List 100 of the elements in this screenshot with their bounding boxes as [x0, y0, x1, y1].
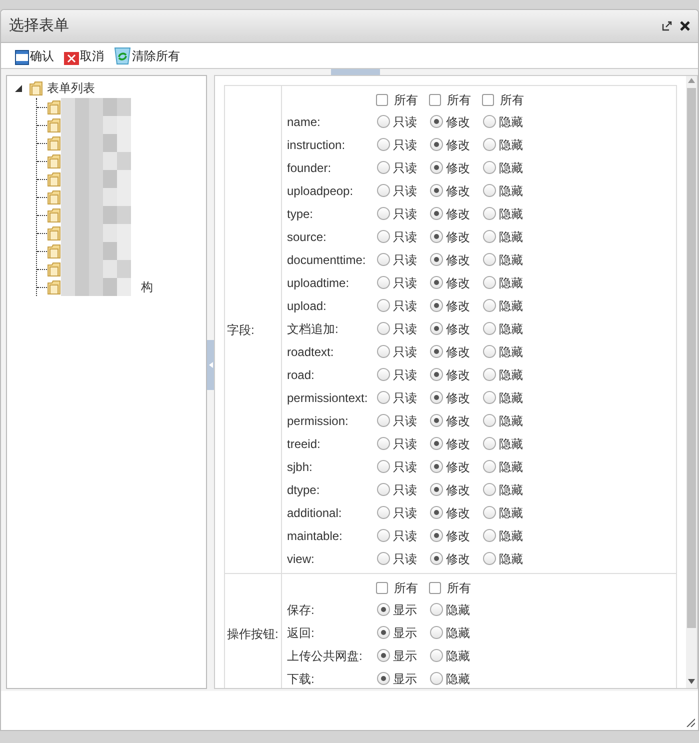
radio-label: 修改: [446, 528, 470, 544]
toolbar-button[interactable]: 取消: [64, 46, 104, 64]
radio-label: 隐藏: [446, 602, 470, 618]
radio-label: 隐藏: [499, 390, 523, 406]
field-label: source:: [287, 228, 328, 246]
radio-label: 只读: [393, 298, 417, 314]
radio-label: 只读: [393, 228, 417, 246]
radio-label: 只读: [393, 390, 417, 406]
field-label: 上传公共网盘:: [287, 648, 364, 664]
field-label: roadtext:: [287, 344, 335, 360]
radio-label: 只读: [393, 114, 417, 130]
radio-label: 修改: [446, 344, 470, 360]
radio-label: 修改: [446, 252, 470, 268]
field-label: maintable:: [287, 528, 344, 544]
field-label: founder:: [287, 160, 332, 176]
radio-label: 隐藏: [499, 228, 523, 246]
radio-label: 隐藏: [499, 504, 523, 522]
radio-label: 隐藏: [499, 366, 523, 384]
checkbox-label: 所有: [447, 580, 471, 596]
field-label: additional:: [287, 504, 343, 522]
radio-label: 隐藏: [499, 320, 523, 338]
field-label: uploadtime:: [287, 274, 350, 292]
section-label: 操作按钮:: [227, 626, 278, 642]
field-label: dtype:: [287, 482, 321, 498]
radio-label: 只读: [393, 550, 417, 568]
radio-label: 只读: [393, 344, 417, 360]
radio-label: 只读: [393, 412, 417, 430]
radio-label: 只读: [393, 528, 417, 544]
field-label: type:: [287, 206, 314, 222]
radio-label: 隐藏: [499, 436, 523, 452]
radio-label: 隐藏: [499, 482, 523, 498]
radio-label: 隐藏: [499, 274, 523, 292]
field-label: upload:: [287, 298, 328, 314]
radio-label: 修改: [446, 504, 470, 522]
radio-label: 只读: [393, 366, 417, 384]
toolbar-button[interactable]: 确认: [15, 46, 54, 64]
radio-label: 隐藏: [499, 114, 523, 130]
checkbox-label: 所有: [500, 92, 524, 108]
field-label: 保存:: [287, 602, 316, 618]
radio-label: 只读: [393, 252, 417, 268]
radio-label: 隐藏: [446, 648, 470, 664]
radio-label: 隐藏: [499, 182, 523, 200]
radio-label: 隐藏: [499, 298, 523, 314]
field-label: uploadpeop:: [287, 182, 354, 200]
field-label: permissiontext:: [287, 390, 369, 406]
radio-label: 修改: [446, 436, 470, 452]
radio-label: 隐藏: [499, 252, 523, 268]
radio-label: 隐藏: [499, 528, 523, 544]
radio-label: 修改: [446, 298, 470, 314]
radio-label: 只读: [393, 182, 417, 200]
radio-label: 修改: [446, 228, 470, 246]
radio-label: 只读: [393, 320, 417, 338]
field-label: permission:: [287, 412, 350, 430]
radio-label: 隐藏: [499, 344, 523, 360]
radio-label: 隐藏: [446, 624, 470, 642]
tree-label[interactable]: 构: [141, 278, 153, 296]
radio-label: 隐藏: [499, 458, 523, 476]
field-label: 下载:: [287, 670, 316, 688]
radio-label: 显示: [393, 602, 417, 618]
radio-label: 只读: [393, 504, 417, 522]
field-label: 文档追加:: [287, 320, 340, 338]
field-label: instruction:: [287, 136, 346, 154]
field-label: documenttime:: [287, 252, 367, 268]
radio-label: 只读: [393, 160, 417, 176]
radio-label: 隐藏: [499, 160, 523, 176]
field-label: 返回:: [287, 624, 316, 642]
radio-label: 修改: [446, 160, 470, 176]
radio-label: 只读: [393, 482, 417, 498]
tree-label[interactable]: 表单列表: [47, 79, 95, 97]
checkbox-label: 所有: [447, 92, 471, 108]
field-label: sjbh:: [287, 458, 314, 476]
radio-label: 修改: [446, 136, 470, 154]
radio-label: 只读: [393, 136, 417, 154]
radio-label: 修改: [446, 182, 470, 200]
radio-label: 只读: [393, 436, 417, 452]
checkbox-label: 所有: [394, 92, 418, 108]
radio-label: 显示: [393, 648, 417, 664]
radio-label: 修改: [446, 458, 470, 476]
checkbox-label: 所有: [394, 580, 418, 596]
radio-label: 修改: [446, 482, 470, 498]
radio-label: 修改: [446, 390, 470, 406]
radio-label: 修改: [446, 550, 470, 568]
radio-label: 修改: [446, 320, 470, 338]
radio-label: 修改: [446, 274, 470, 292]
field-label: road:: [287, 366, 316, 384]
radio-label: 隐藏: [499, 550, 523, 568]
radio-label: 修改: [446, 366, 470, 384]
field-label: name:: [287, 114, 322, 130]
section-label: 字段:: [227, 322, 254, 338]
radio-label: 修改: [446, 412, 470, 430]
radio-label: 修改: [446, 206, 470, 222]
radio-label: 隐藏: [499, 412, 523, 430]
field-label: treeid:: [287, 436, 322, 452]
radio-label: 显示: [393, 624, 417, 642]
field-label: view:: [287, 550, 316, 568]
window-title: 选择表单: [9, 16, 70, 36]
toolbar-button[interactable]: 清除所有: [114, 46, 180, 65]
radio-label: 隐藏: [499, 136, 523, 154]
radio-label: 只读: [393, 458, 417, 476]
radio-label: 只读: [393, 206, 417, 222]
